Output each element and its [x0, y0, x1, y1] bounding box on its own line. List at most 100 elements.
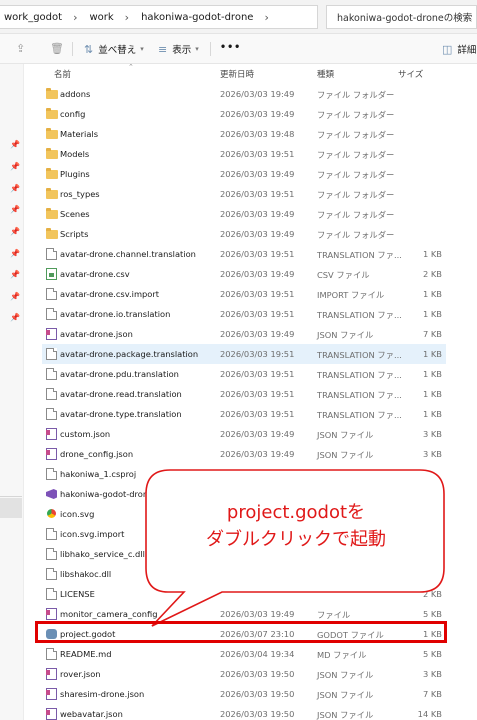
file-name: custom.json [60, 429, 111, 439]
file-row[interactable]: hakoniwa-godot-drone [42, 484, 446, 504]
file-name: icon.svg [60, 509, 95, 519]
file-name: Scenes [60, 209, 90, 219]
json-icon [46, 448, 57, 460]
file-row[interactable]: avatar-drone.package.translation 2026/03/… [42, 344, 446, 364]
file-row[interactable]: drone_config.json 2026/03/03 19:49 JSON ファ… [42, 444, 446, 464]
details-label: 詳細 [457, 45, 477, 56]
file-row[interactable]: rover.json 2026/03/03 19:50 JSON ファイル 3 KB [42, 664, 446, 684]
file-row[interactable]: avatar-drone.csv 2026/03/03 19:49 CSV ファイル… [42, 264, 446, 284]
file-date: 2026/03/03 19:49 [220, 429, 295, 439]
view-button[interactable]: ≡ 表示 ▾ [158, 42, 199, 57]
folder-icon [46, 188, 58, 199]
file-date: 2026/03/03 19:50 [220, 709, 295, 719]
share-icon: ⇪ [16, 42, 26, 55]
file-icon [46, 368, 57, 380]
file-type: MD ファイル [317, 650, 367, 660]
pin-icon: 📌 [10, 140, 20, 149]
pin-icon: 📌 [10, 162, 20, 171]
file-row[interactable]: avatar-drone.read.translation 2026/03/03 … [42, 384, 446, 404]
file-type: GODOT ファイル [317, 630, 384, 640]
file-row[interactable]: addons 2026/03/03 19:49 ファイル フォルダー [42, 84, 446, 104]
file-size: 2 KB [422, 589, 442, 599]
column-header-size[interactable]: サイズ [398, 68, 423, 80]
file-icon [46, 288, 57, 300]
file-size: 3 KB [422, 669, 442, 679]
file-name: LICENSE [60, 589, 95, 599]
vs-icon [46, 488, 57, 500]
file-date: 2026/03/03 19:51 [220, 409, 295, 419]
file-date: 2026/03/03 19:48 [220, 129, 295, 139]
pin-icon: 📌 [10, 292, 20, 301]
file-row[interactable]: Scripts 2026/03/03 19:49 ファイル フォルダー [42, 224, 446, 244]
column-header-type[interactable]: 種類 [317, 68, 334, 80]
file-date: 2026/03/03 19:51 [220, 249, 295, 259]
file-size: 1 KB [422, 369, 442, 379]
file-type: JSON ファイル [317, 670, 374, 680]
breadcrumb-item-work-godot[interactable]: work_godot [0, 12, 65, 23]
breadcrumb-item-hakoniwa-godot-drone[interactable]: hakoniwa-godot-drone [137, 12, 256, 23]
file-size: 5 KB [422, 609, 442, 619]
search-input[interactable]: hakoniwa-godot-droneの検索 ⌕ [326, 5, 477, 29]
file-date: 2026/03/03 19:49 [220, 89, 295, 99]
file-row[interactable]: monitor_camera_config 2026/03/03 19:49 ファイ… [42, 604, 446, 624]
file-type: JSON ファイル [317, 330, 374, 340]
file-row[interactable]: avatar-drone.json 2026/03/03 19:49 JSON ファ… [42, 324, 446, 344]
file-row[interactable]: Plugins 2026/03/03 19:49 ファイル フォルダー [42, 164, 446, 184]
file-row[interactable]: libhako_service_c.dll [42, 544, 446, 564]
file-date: 2026/03/03 19:50 [220, 689, 295, 699]
navigation-pane[interactable]: 📌 📌 📌 📌 📌 📌 📌 📌 📌 [0, 64, 24, 720]
file-row[interactable]: avatar-drone.pdu.translation 2026/03/03 1… [42, 364, 446, 384]
file-row[interactable]: webavatar.json 2026/03/03 19:50 JSON ファイル 1… [42, 704, 446, 720]
file-type: ファイル フォルダー [317, 150, 395, 160]
file-type: ファイル フォルダー [317, 230, 395, 240]
breadcrumb-item-work[interactable]: work [85, 12, 116, 23]
file-name: Scripts [60, 229, 89, 239]
file-name: Plugins [60, 169, 90, 179]
breadcrumb[interactable]: work_godot › work › hakoniwa-godot-drone… [0, 5, 318, 29]
json-icon [46, 608, 57, 620]
file-row[interactable]: custom.json 2026/03/03 19:49 JSON ファイル 3 KB [42, 424, 446, 444]
sort-button[interactable]: ⇅ 並べ替え ▾ [84, 42, 144, 57]
file-row[interactable]: Models 2026/03/03 19:51 ファイル フォルダー [42, 144, 446, 164]
file-row[interactable]: avatar-drone.channel.translation 2026/03/… [42, 244, 446, 264]
folder-icon [46, 228, 58, 239]
folder-icon [46, 88, 58, 99]
file-row[interactable]: icon.svg.import [42, 524, 446, 544]
file-row[interactable]: avatar-drone.io.translation 2026/03/03 19… [42, 304, 446, 324]
details-button[interactable]: ◫ 詳細 [442, 42, 477, 57]
pin-icon: 📌 [10, 313, 20, 322]
delete-button[interactable]: 🗑 [50, 42, 69, 55]
file-name: Materials [60, 129, 99, 139]
file-row[interactable]: ros_types 2026/03/03 19:51 ファイル フォルダー [42, 184, 446, 204]
folder-icon [46, 168, 58, 179]
share-button[interactable]: ⇪ [16, 42, 30, 55]
file-size: 1 KB [422, 289, 442, 299]
file-row[interactable]: avatar-drone.csv.import 2026/03/03 19:51 I… [42, 284, 446, 304]
file-row[interactable]: Materials 2026/03/03 19:48 ファイル フォルダー [42, 124, 446, 144]
file-date: 2026/03/03 19:51 [220, 369, 295, 379]
file-row[interactable]: README.md 2026/03/04 19:34 MD ファイル 5 KB [42, 644, 446, 664]
file-name: sharesim-drone.json [60, 689, 145, 699]
column-header-date[interactable]: 更新日時 [220, 68, 254, 80]
column-header-name[interactable]: 名前 [54, 68, 71, 80]
file-row[interactable]: avatar-drone.type.translation 2026/03/03 … [42, 404, 446, 424]
file-type: JSON ファイル [317, 710, 374, 720]
nav-divider [0, 496, 22, 497]
file-icon [46, 308, 57, 320]
file-row[interactable]: hakoniwa_1.csproj [42, 464, 446, 484]
nav-selected-item[interactable] [0, 498, 22, 518]
file-type: JSON ファイル [317, 690, 374, 700]
file-row[interactable]: libshakoc.dll [42, 564, 446, 584]
more-options-button[interactable]: ••• [220, 42, 241, 53]
file-row[interactable]: config 2026/03/03 19:49 ファイル フォルダー [42, 104, 446, 124]
file-row[interactable]: sharesim-drone.json 2026/03/03 19:50 JSON … [42, 684, 446, 704]
file-row[interactable]: Scenes 2026/03/03 19:49 ファイル フォルダー [42, 204, 446, 224]
toolbar-divider [210, 42, 211, 56]
file-row[interactable]: icon.svg [42, 504, 446, 524]
json-icon [46, 668, 57, 680]
file-type: TRANSLATION ファ... [317, 410, 402, 420]
file-row[interactable]: LICENSE 2 KB [42, 584, 446, 604]
details-pane-icon: ◫ [442, 42, 453, 56]
file-type: ファイル フォルダー [317, 170, 395, 180]
file-row[interactable]: project.godot 2026/03/07 23:10 GODOT ファイル 1… [42, 624, 446, 644]
